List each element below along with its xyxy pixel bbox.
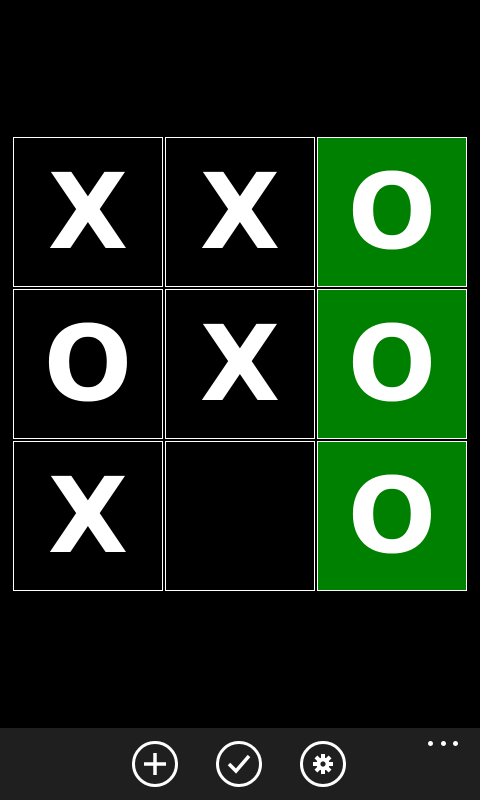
- gear-icon: [313, 754, 333, 774]
- confirm-button[interactable]: [216, 741, 262, 787]
- tic-tac-toe-board: X X O O X O X O: [12, 136, 468, 592]
- board-cell-6[interactable]: O: [317, 289, 467, 439]
- board-cell-8[interactable]: [165, 441, 315, 591]
- board-cell-1[interactable]: X: [13, 137, 163, 287]
- board-cell-3[interactable]: O: [317, 137, 467, 287]
- ellipsis-icon: [428, 740, 458, 746]
- board-cell-4[interactable]: O: [13, 289, 163, 439]
- more-options-button[interactable]: [428, 738, 458, 748]
- new-game-button[interactable]: [132, 741, 178, 787]
- plus-icon: [144, 753, 166, 775]
- board-cell-7[interactable]: X: [13, 441, 163, 591]
- board-cell-5[interactable]: X: [165, 289, 315, 439]
- board-cell-9[interactable]: O: [317, 441, 467, 591]
- app-bar: [0, 728, 480, 800]
- board-cell-2[interactable]: X: [165, 137, 315, 287]
- check-icon: [227, 754, 251, 774]
- settings-button[interactable]: [300, 741, 346, 787]
- game-screen: X X O O X O X O: [0, 0, 480, 800]
